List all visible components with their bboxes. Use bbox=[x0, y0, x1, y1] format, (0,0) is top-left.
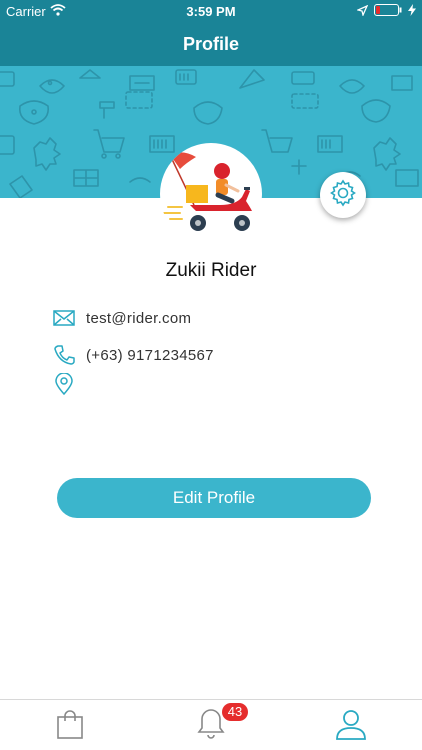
page-title: Profile bbox=[182, 34, 239, 54]
nav-bar: Profile bbox=[0, 22, 422, 66]
rider-illustration bbox=[163, 152, 252, 231]
battery-icon bbox=[374, 4, 402, 19]
map-pin-icon bbox=[52, 372, 76, 396]
status-icons bbox=[356, 4, 416, 19]
phone-row: (+63) 9171234567 bbox=[52, 343, 214, 367]
profile-name: Zukii Rider bbox=[165, 260, 257, 281]
location-row bbox=[52, 372, 86, 396]
email-row: test@rider.com bbox=[52, 306, 191, 330]
avatar bbox=[160, 143, 262, 245]
phone-icon bbox=[52, 343, 76, 367]
gear-icon bbox=[329, 179, 357, 212]
tab-profile[interactable] bbox=[333, 708, 369, 744]
settings-button[interactable] bbox=[320, 172, 366, 218]
tab-shop[interactable] bbox=[52, 708, 88, 744]
edit-profile-button[interactable]: Edit Profile bbox=[57, 478, 371, 518]
shopping-bag-icon bbox=[56, 708, 84, 745]
bell-icon bbox=[197, 707, 225, 746]
email-text: test@rider.com bbox=[86, 309, 192, 327]
notification-badge: 43 bbox=[222, 703, 248, 721]
status-bar: Carrier 3:59 PM bbox=[0, 0, 422, 22]
charging-icon bbox=[408, 4, 416, 19]
user-icon bbox=[335, 708, 367, 745]
location-arrow-icon bbox=[356, 4, 369, 19]
tab-bar: 43 bbox=[0, 699, 422, 750]
mail-icon bbox=[52, 306, 76, 330]
phone-text: (+63) 9171234567 bbox=[86, 346, 214, 364]
